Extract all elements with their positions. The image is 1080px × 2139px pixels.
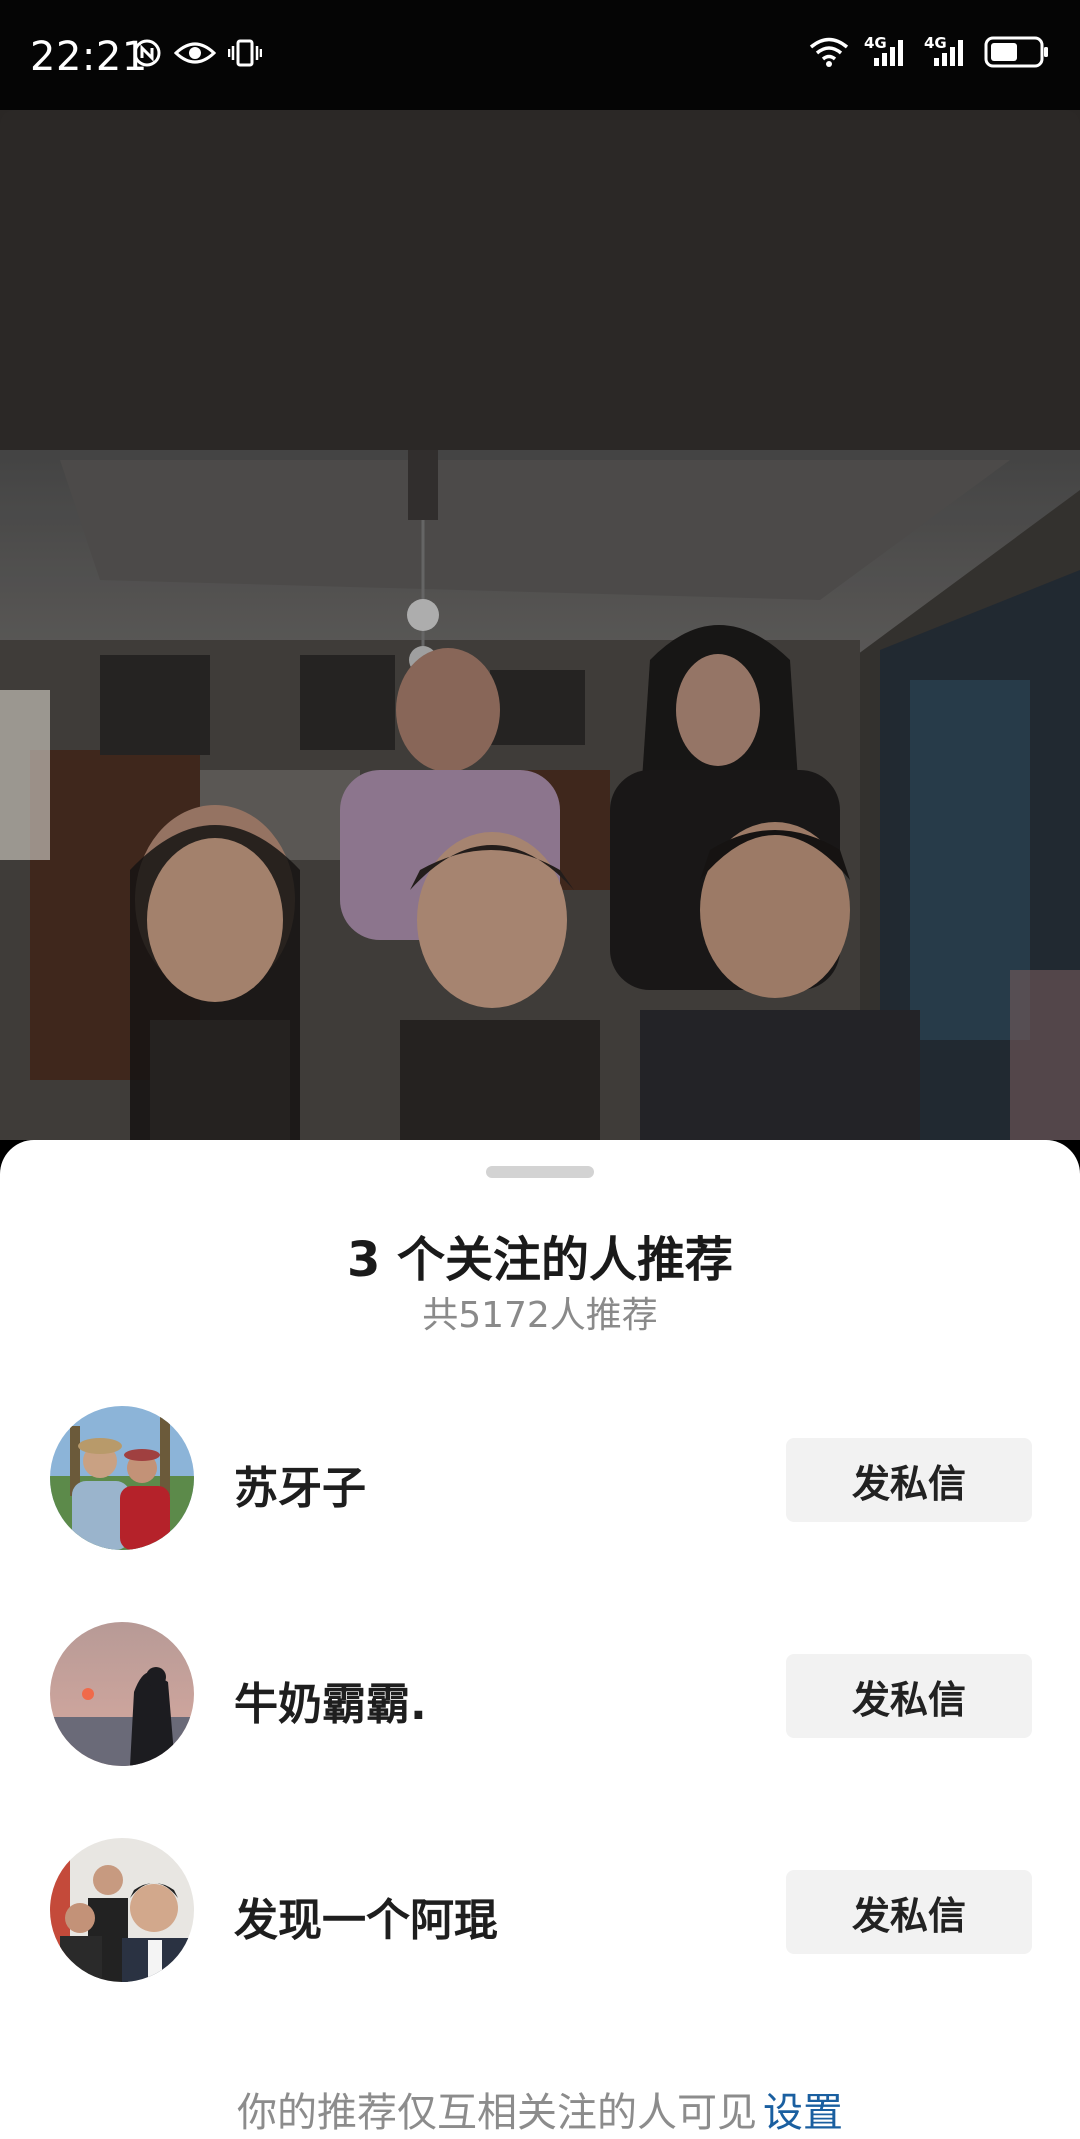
send-message-button[interactable]: 发私信: [786, 1654, 1032, 1738]
privacy-note-text: 你的推荐仅互相关注的人可见: [237, 2090, 757, 2136]
user-name[interactable]: 牛奶霸霸.: [234, 1668, 427, 1732]
status-bar: 22:21 4G 4G: [0, 0, 1080, 110]
status-time: 22:21: [30, 34, 148, 80]
user-row[interactable]: 发现一个阿琨 发私信: [0, 1838, 1080, 1988]
avatar[interactable]: [50, 1622, 194, 1766]
vibrate-icon: [228, 39, 262, 67]
recommendations-sheet: 3 个关注的人推荐 共5172人推荐 苏牙子 发私信 牛奶霸霸. 发私信 发现一…: [0, 1140, 1080, 2139]
media-area[interactable]: [0, 110, 1080, 1140]
user-row[interactable]: 苏牙子 发私信: [0, 1406, 1080, 1556]
eye-icon: [174, 42, 216, 64]
family-photo: [0, 450, 1080, 1140]
signal-4g-icon: 4G: [864, 34, 910, 68]
sheet-subtitle: 共5172人推荐: [422, 1295, 658, 1336]
user-row[interactable]: 牛奶霸霸. 发私信: [0, 1622, 1080, 1772]
battery-icon: [984, 36, 1048, 68]
nfc-icon: [133, 39, 161, 67]
send-message-button[interactable]: 发私信: [786, 1870, 1032, 1954]
send-message-button[interactable]: 发私信: [786, 1438, 1032, 1522]
avatar[interactable]: [50, 1838, 194, 1982]
settings-link[interactable]: 设置: [763, 2090, 843, 2136]
privacy-note: 你的推荐仅互相关注的人可见 设置: [0, 2080, 1080, 2138]
user-name[interactable]: 苏牙子: [234, 1452, 366, 1516]
status-right-icons: 4G 4G: [808, 34, 1050, 68]
avatar[interactable]: [50, 1406, 194, 1550]
wifi-icon: [809, 37, 849, 67]
sheet-title: 3 个关注的人推荐: [346, 1232, 734, 1288]
user-name[interactable]: 发现一个阿琨: [234, 1884, 498, 1948]
media-top-band: [0, 110, 1080, 450]
status-left-icons: [132, 38, 262, 68]
sheet-drag-handle[interactable]: [486, 1166, 594, 1178]
signal-4g-icon: 4G: [924, 34, 970, 68]
